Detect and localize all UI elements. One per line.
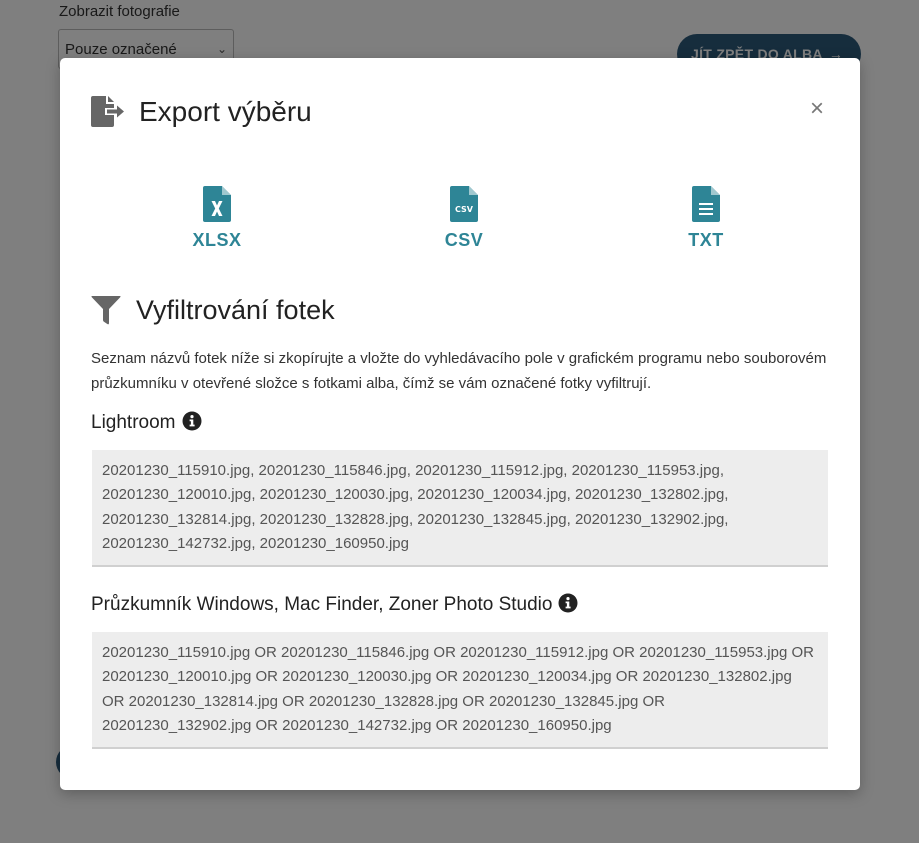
file-export-icon [91, 96, 125, 127]
filter-icon [91, 296, 121, 330]
export-xlsx-label: XLSX [192, 230, 242, 250]
export-txt-label: TXT [688, 230, 724, 250]
export-txt-button[interactable]: TXT [646, 186, 766, 256]
filter-description: Seznam názvů fotek níže si zkopírujte a … [91, 350, 827, 392]
close-button[interactable]: × [804, 96, 830, 122]
info-icon[interactable] [558, 593, 578, 620]
svg-text:CSV: CSV [455, 205, 474, 214]
explorer-heading-text: Průzkumník Windows, Mac Finder, Zoner Ph… [91, 594, 553, 615]
export-csv-label: CSV [444, 230, 484, 250]
explorer-filename-list[interactable]: 20201230_115910.jpg OR 20201230_115846.j… [92, 632, 828, 749]
filter-heading: Vyfiltrování fotek [91, 294, 791, 328]
lightroom-heading-text: Lightroom [91, 412, 176, 433]
lightroom-heading: Lightroom [91, 411, 202, 438]
export-csv-button[interactable]: CSV CSV [404, 186, 524, 256]
modal-header: Export výběru × [91, 96, 830, 136]
export-formats: XLSX CSV CSV TXT [60, 186, 860, 256]
filter-title: Vyfiltrování fotek [136, 295, 335, 325]
lightroom-filename-list[interactable]: 20201230_115910.jpg, 20201230_115846.jpg… [92, 450, 828, 567]
export-xlsx-button[interactable]: XLSX [157, 186, 277, 256]
file-text-icon [692, 186, 720, 222]
export-modal: Export výběru × XLSX CSV CSV TXT Vyfiltr… [60, 58, 860, 790]
modal-title: Export výběru [139, 96, 312, 127]
info-icon[interactable] [182, 411, 202, 438]
explorer-heading: Průzkumník Windows, Mac Finder, Zoner Ph… [91, 593, 578, 620]
file-excel-icon [203, 186, 231, 222]
file-csv-icon: CSV [450, 186, 478, 222]
